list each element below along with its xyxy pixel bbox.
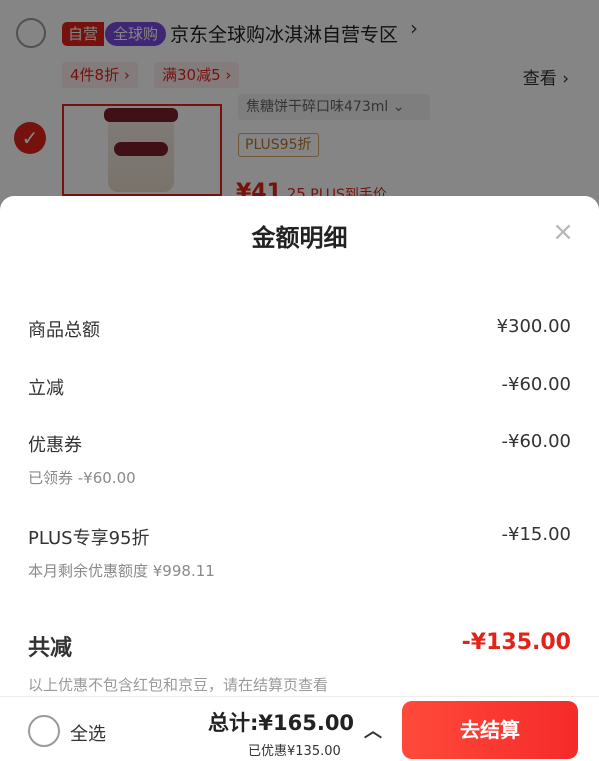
row-label: 立减 — [28, 378, 64, 399]
saved-amount: 已优惠¥135.00 — [248, 744, 341, 759]
sheet-title: 金额明细 — [251, 224, 348, 252]
close-icon[interactable]: × — [551, 219, 575, 245]
row-sublabel: 已领券 -¥60.00 — [28, 469, 136, 487]
row-amount: -¥60.00 — [501, 374, 571, 395]
detail-row-coupon: 优惠券 -¥60.00 已领券 -¥60.00 — [28, 431, 571, 501]
total-discount-row: 共减 -¥135.00 — [28, 630, 571, 664]
select-all-radio[interactable] — [28, 715, 60, 747]
total-price: 总计:¥165.00 — [208, 711, 355, 735]
total-discount-amount: -¥135.00 — [461, 630, 571, 655]
amount-detail-sheet: 金额明细 × 商品总额 ¥300.00 立减 -¥60.00 优惠券 -¥60.… — [0, 196, 599, 696]
detail-row-instant-discount: 立减 -¥60.00 — [28, 374, 571, 404]
row-amount: -¥15.00 — [501, 524, 571, 545]
row-amount: -¥60.00 — [501, 431, 571, 452]
select-all-label[interactable]: 全选 — [70, 720, 106, 746]
row-amount: ¥300.00 — [496, 316, 571, 337]
row-sublabel: 本月剩余优惠额度 ¥998.11 — [28, 562, 215, 580]
row-label: 优惠券 — [28, 435, 82, 456]
row-label: PLUS专享95折 — [28, 528, 150, 549]
checkout-bar: 全选 总计:¥165.00 已优惠¥135.00 ︿ 去结算 — [0, 696, 599, 761]
chevron-up-icon[interactable]: ︿ — [364, 717, 382, 743]
detail-row-plus-discount: PLUS专享95折 -¥15.00 本月剩余优惠额度 ¥998.11 — [28, 524, 571, 594]
discount-note: 以上优惠不包含红包和京豆，请在结算页查看 — [28, 676, 329, 694]
total-discount-label: 共减 — [28, 636, 73, 661]
row-label: 商品总额 — [28, 320, 100, 341]
checkout-button[interactable]: 去结算 — [402, 701, 578, 759]
detail-row-subtotal: 商品总额 ¥300.00 — [28, 316, 571, 346]
